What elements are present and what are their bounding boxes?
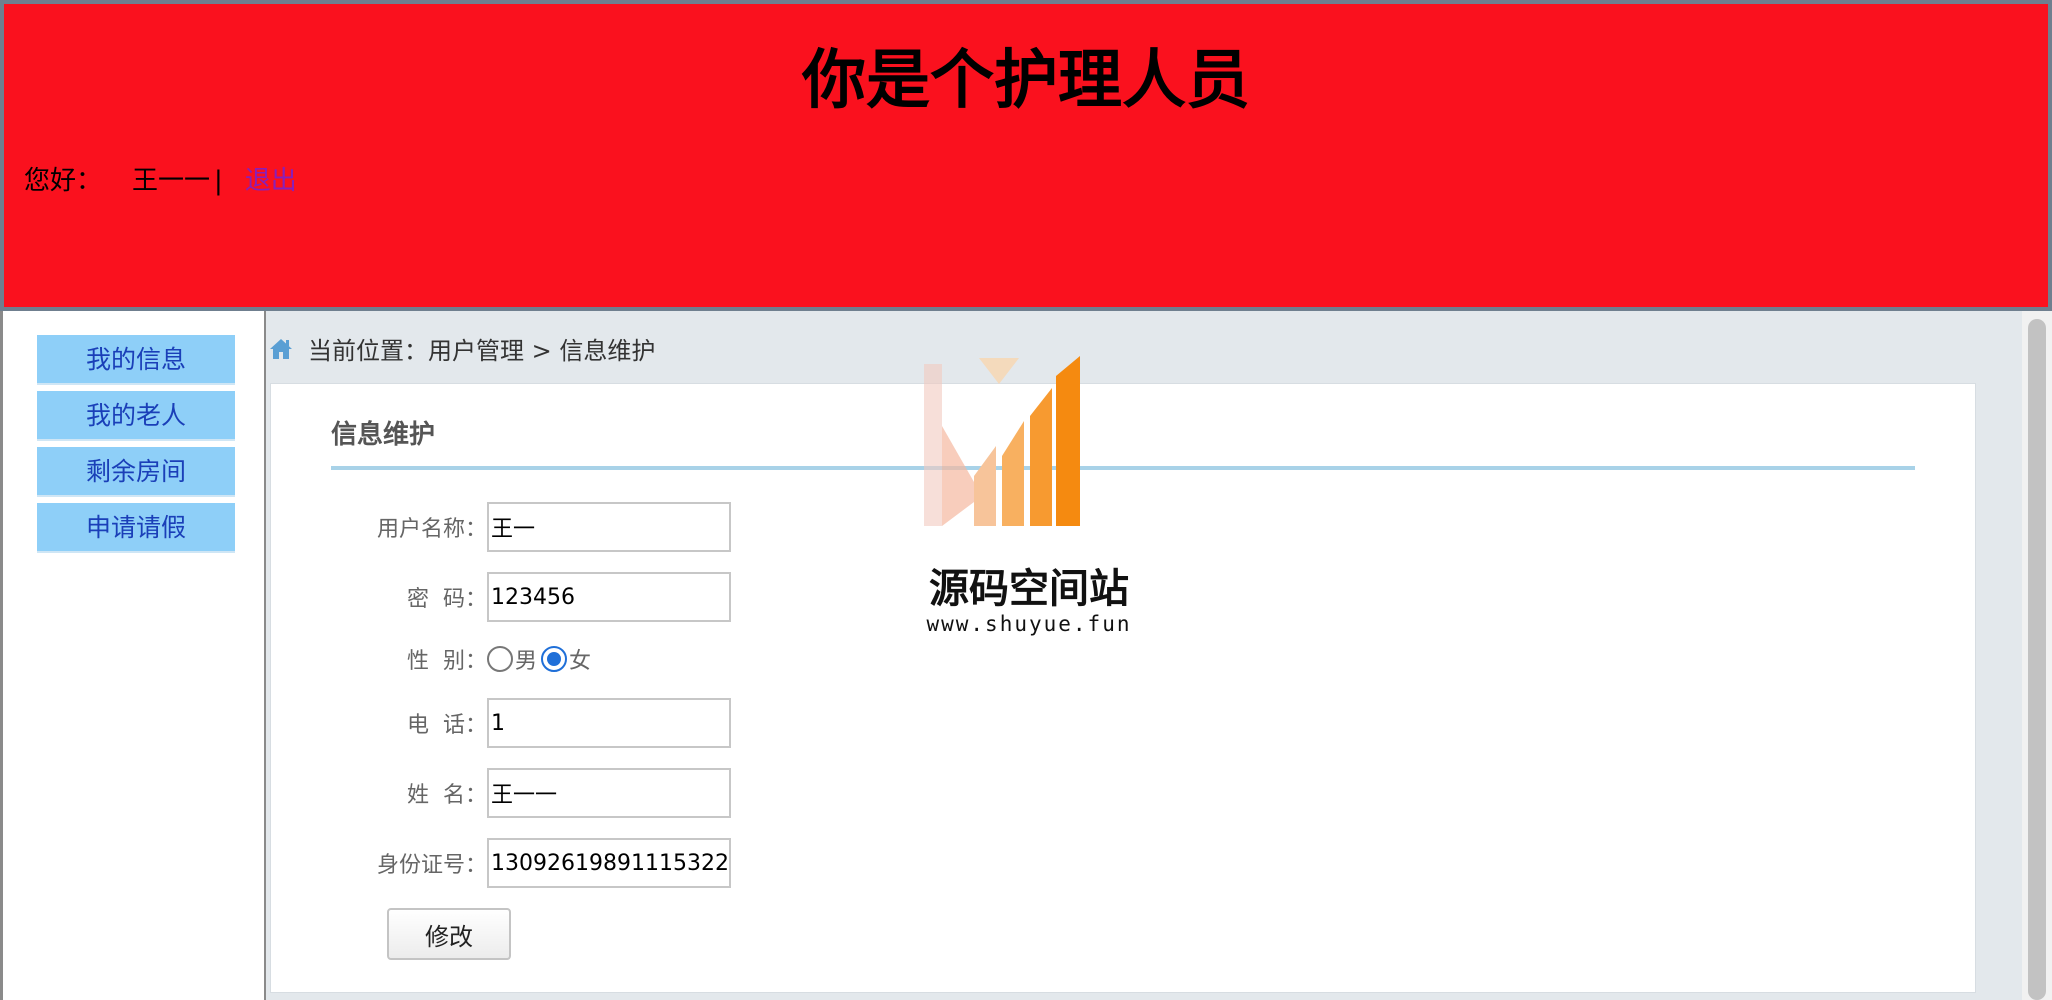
breadcrumb: 当前位置：用户管理 > 信息维护 — [266, 331, 655, 366]
page-title: 你是个护理人员 — [802, 44, 1250, 118]
breadcrumb-text: 当前位置：用户管理 > 信息维护 — [308, 337, 656, 365]
greeting-separator: | — [214, 166, 223, 196]
id-number-label: 身份证号： — [376, 853, 487, 878]
main-frame: 当前位置：用户管理 > 信息维护 信息维护 用户名称： 密 码： 性 别： 男 … — [266, 311, 2052, 1000]
gender-male-label: 男 — [515, 649, 538, 674]
password-label: 密 码： — [407, 587, 487, 612]
logout-link[interactable]: 退出 — [245, 166, 297, 196]
gender-row: 性 别： 男 女 — [371, 634, 595, 684]
home-icon — [270, 338, 292, 359]
sidebar-item-my-info[interactable]: 我的信息 — [37, 335, 235, 385]
gender-label: 性 别： — [407, 649, 487, 674]
id-number-input[interactable] — [487, 838, 731, 888]
password-input[interactable] — [487, 572, 731, 622]
username-label: 用户名称： — [376, 517, 487, 542]
name-row: 姓 名： — [371, 768, 731, 818]
username-input[interactable] — [487, 502, 731, 552]
current-user-name: 王一一 — [132, 166, 211, 196]
section-title: 信息维护 — [331, 420, 436, 450]
header-frame: 你是个护理人员 您好： 王一一 | 退出 — [0, 0, 2052, 311]
greeting-label: 您好： — [24, 166, 103, 196]
scrollbar-thumb[interactable] — [2028, 319, 2046, 1000]
phone-input[interactable] — [487, 698, 731, 748]
gender-male-radio[interactable] — [487, 646, 513, 672]
id-number-row: 身份证号： — [371, 838, 731, 888]
name-label: 姓 名： — [407, 783, 487, 808]
gender-female-label: 女 — [569, 649, 592, 674]
sidebar-item-apply-leave[interactable]: 申请请假 — [37, 503, 235, 553]
sidebar-item-my-elders[interactable]: 我的老人 — [37, 391, 235, 441]
gender-female-radio[interactable] — [541, 646, 568, 672]
phone-label: 电 话： — [407, 713, 487, 738]
name-input[interactable] — [487, 768, 731, 818]
sidebar-item-remaining-rooms[interactable]: 剩余房间 — [37, 447, 235, 497]
sidebar: 我的信息 我的老人 剩余房间 申请请假 — [0, 311, 266, 1000]
vertical-scrollbar[interactable] — [2022, 311, 2052, 1000]
user-greeting: 您好： 王一一 | 退出 — [24, 160, 297, 197]
password-row: 密 码： — [371, 572, 731, 622]
section-divider — [331, 466, 1915, 470]
form-panel: 信息维护 用户名称： 密 码： 性 别： 男 女 电 话： 姓 名： 身份证号： — [270, 383, 1976, 993]
username-row: 用户名称： — [371, 502, 731, 552]
modify-button[interactable]: 修改 — [387, 908, 511, 960]
phone-row: 电 话： — [371, 698, 731, 748]
